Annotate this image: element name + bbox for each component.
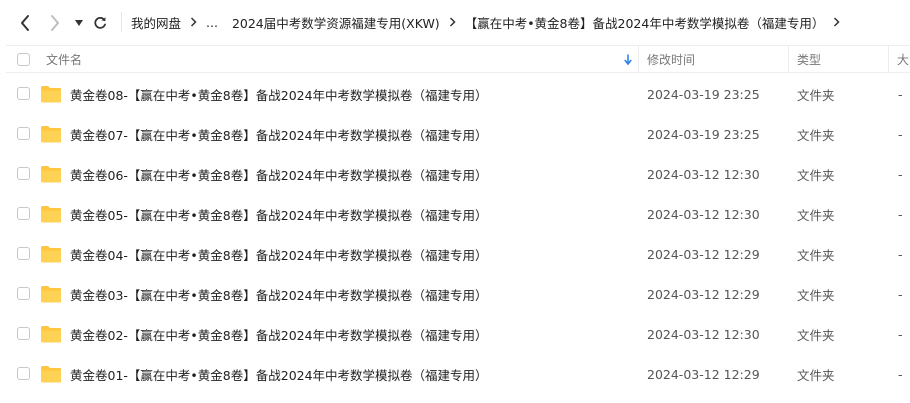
back-button[interactable] — [14, 12, 36, 34]
file-name[interactable]: 黄金卷07-【赢在中考•黄金8卷】备战2024年中考数学模拟卷（福建专用） — [70, 114, 488, 154]
file-size: - — [898, 166, 903, 182]
breadcrumb-item-parent[interactable]: 2024届中考数学资源福建专用(XKW) — [231, 13, 441, 32]
nav-divider — [121, 12, 122, 32]
file-modified: 2024-03-12 12:30 — [647, 166, 760, 182]
file-modified: 2024-03-19 23:25 — [647, 86, 760, 102]
table-row[interactable]: 黄金卷04-【赢在中考•黄金8卷】备战2024年中考数学模拟卷（福建专用） 20… — [6, 234, 910, 274]
sort-arrow-cell — [624, 46, 632, 73]
breadcrumb: 我的网盘 ... 2024届中考数学资源福建专用(XKW) 【赢在中考•黄金8卷… — [130, 0, 848, 44]
chevron-right-icon — [190, 17, 197, 27]
caret-down-icon — [75, 20, 83, 26]
file-modified: 2024-03-12 12:30 — [647, 206, 760, 222]
table-row[interactable]: 黄金卷07-【赢在中考•黄金8卷】备战2024年中考数学模拟卷（福建专用） 20… — [6, 114, 910, 154]
column-header-name[interactable]: 文件名 — [46, 46, 82, 73]
file-size: - — [898, 366, 903, 382]
row-checkbox[interactable] — [17, 207, 30, 220]
breadcrumb-item-current[interactable]: 【赢在中考•黄金8卷】备战2024年中考数学模拟卷（福建专用） — [464, 13, 826, 32]
column-header-size[interactable]: 大 — [897, 46, 909, 73]
chevron-right-icon — [449, 17, 456, 27]
file-type: 文件夹 — [797, 207, 835, 223]
folder-icon — [41, 326, 61, 343]
table-row[interactable]: 黄金卷05-【赢在中考•黄金8卷】备战2024年中考数学模拟卷（福建专用） 20… — [6, 194, 910, 234]
arrow-down-icon[interactable] — [624, 54, 632, 65]
file-size: - — [898, 126, 903, 142]
column-divider[interactable] — [638, 46, 639, 73]
file-name[interactable]: 黄金卷03-【赢在中考•黄金8卷】备战2024年中考数学模拟卷（福建专用） — [70, 274, 488, 314]
row-checkbox[interactable] — [17, 327, 30, 340]
folder-icon — [41, 126, 61, 143]
row-checkbox[interactable] — [17, 167, 30, 180]
table-row[interactable]: 黄金卷03-【赢在中考•黄金8卷】备战2024年中考数学模拟卷（福建专用） 20… — [6, 274, 910, 314]
history-dropdown-button[interactable] — [72, 15, 86, 31]
chevron-left-icon — [21, 15, 29, 31]
file-name[interactable]: 黄金卷02-【赢在中考•黄金8卷】备战2024年中考数学模拟卷（福建专用） — [70, 314, 488, 354]
table-row[interactable]: 黄金卷06-【赢在中考•黄金8卷】备战2024年中考数学模拟卷（福建专用） 20… — [6, 154, 910, 194]
file-type: 文件夹 — [797, 367, 835, 383]
table-row[interactable]: 黄金卷02-【赢在中考•黄金8卷】备战2024年中考数学模拟卷（福建专用） 20… — [6, 314, 910, 354]
file-type: 文件夹 — [797, 247, 835, 263]
file-modified: 2024-03-12 12:29 — [647, 366, 760, 382]
file-size: - — [898, 86, 903, 102]
file-modified: 2024-03-12 12:30 — [647, 326, 760, 342]
file-type: 文件夹 — [797, 87, 835, 103]
select-all-checkbox-cell — [17, 46, 30, 73]
column-header-type[interactable]: 类型 — [797, 46, 821, 73]
chevron-right-icon — [51, 15, 59, 31]
file-name[interactable]: 黄金卷05-【赢在中考•黄金8卷】备战2024年中考数学模拟卷（福建专用） — [70, 194, 488, 234]
file-name[interactable]: 黄金卷06-【赢在中考•黄金8卷】备战2024年中考数学模拟卷（福建专用） — [70, 154, 488, 194]
file-type: 文件夹 — [797, 287, 835, 303]
column-header-modified[interactable]: 修改时间 — [647, 46, 695, 73]
file-modified: 2024-03-12 12:29 — [647, 286, 760, 302]
file-size: - — [898, 246, 903, 262]
navigation-bar: 我的网盘 ... 2024届中考数学资源福建专用(XKW) 【赢在中考•黄金8卷… — [0, 0, 910, 44]
file-name[interactable]: 黄金卷01-【赢在中考•黄金8卷】备战2024年中考数学模拟卷（福建专用） — [70, 354, 488, 394]
refresh-icon — [94, 16, 106, 29]
file-name[interactable]: 黄金卷04-【赢在中考•黄金8卷】备战2024年中考数学模拟卷（福建专用） — [70, 234, 488, 274]
table-row[interactable]: 黄金卷01-【赢在中考•黄金8卷】备战2024年中考数学模拟卷（福建专用） 20… — [6, 354, 910, 394]
file-size: - — [898, 206, 903, 222]
file-type: 文件夹 — [797, 327, 835, 343]
row-checkbox[interactable] — [17, 127, 30, 140]
folder-icon — [41, 286, 61, 303]
breadcrumb-item-ellipsis[interactable]: ... — [205, 15, 219, 30]
file-list-header: 文件名 修改时间 类型 大 — [6, 45, 910, 73]
file-size: - — [898, 326, 903, 342]
row-checkbox[interactable] — [17, 287, 30, 300]
file-name[interactable]: 黄金卷08-【赢在中考•黄金8卷】备战2024年中考数学模拟卷（福建专用） — [70, 74, 488, 114]
refresh-button[interactable] — [90, 12, 110, 34]
folder-icon — [41, 166, 61, 183]
folder-icon — [41, 246, 61, 263]
row-checkbox[interactable] — [17, 247, 30, 260]
select-all-checkbox[interactable] — [17, 53, 30, 66]
forward-button[interactable] — [44, 12, 66, 34]
file-modified: 2024-03-19 23:25 — [647, 126, 760, 142]
folder-icon — [41, 366, 61, 383]
file-type: 文件夹 — [797, 127, 835, 143]
folder-icon — [41, 206, 61, 223]
file-modified: 2024-03-12 12:29 — [647, 246, 760, 262]
file-type: 文件夹 — [797, 167, 835, 183]
table-row[interactable]: 黄金卷08-【赢在中考•黄金8卷】备战2024年中考数学模拟卷（福建专用） 20… — [6, 74, 910, 114]
folder-icon — [41, 86, 61, 103]
row-checkbox[interactable] — [17, 367, 30, 380]
row-checkbox[interactable] — [17, 87, 30, 100]
column-divider[interactable] — [888, 46, 889, 73]
file-size: - — [898, 286, 903, 302]
chevron-right-icon[interactable] — [833, 17, 840, 27]
breadcrumb-item-root[interactable]: 我的网盘 — [130, 13, 182, 32]
column-divider[interactable] — [788, 46, 789, 73]
